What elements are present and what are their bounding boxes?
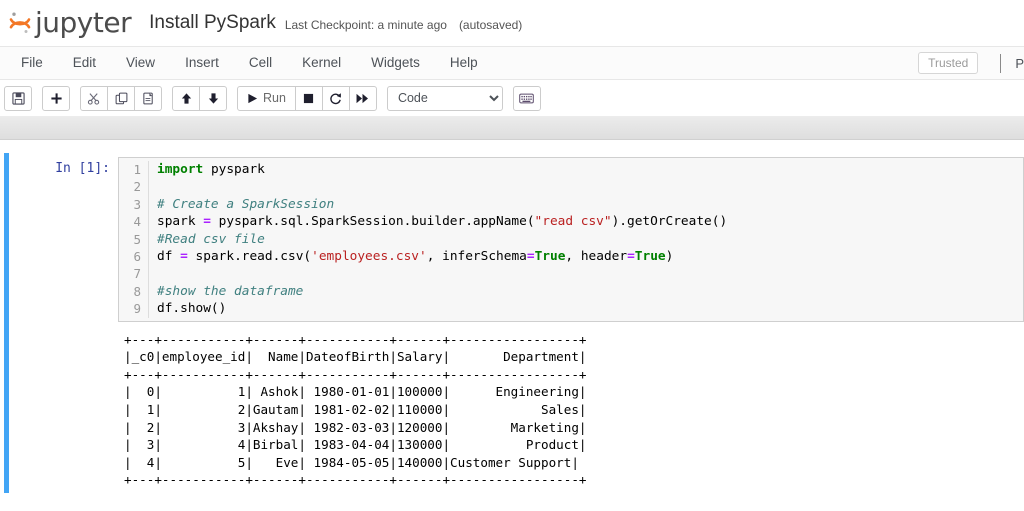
- command-palette-button[interactable]: [512, 85, 541, 111]
- code-token: pyspark: [203, 162, 265, 177]
- code-token: df.show(): [157, 301, 227, 317]
- code-token: True: [534, 249, 566, 265]
- toolbar-separator-band: [0, 116, 1024, 140]
- paste-icon: [142, 92, 155, 105]
- code-token: ).getOrCreate(): [611, 214, 728, 230]
- menu-item-kernel[interactable]: Kernel: [287, 47, 356, 79]
- code-token: True: [634, 249, 666, 265]
- restart-kernel-button[interactable]: [321, 85, 350, 111]
- jupyter-brand-text: jupyter: [35, 6, 132, 39]
- code-token: df: [157, 249, 181, 265]
- code-token: ): [665, 249, 674, 265]
- keyboard-icon: [519, 93, 535, 104]
- menu-item-widgets[interactable]: Widgets: [356, 47, 435, 79]
- toolbar-group-save: [4, 85, 32, 111]
- code-line: # Create a SparkSession: [157, 196, 727, 213]
- toolbar-group-insert: [42, 85, 70, 111]
- code-token: #show the dataframe: [157, 283, 304, 299]
- autosaved-label: (autosaved): [458, 18, 523, 32]
- menu-item-help[interactable]: Help: [435, 47, 493, 79]
- code-token: # Create a SparkSession: [157, 196, 335, 212]
- code-token: , inferSchema: [426, 249, 527, 265]
- menu-bar-right-group: Trusted P: [918, 47, 1024, 79]
- code-content[interactable]: import pyspark # Create a SparkSession sp…: [149, 161, 727, 318]
- insert-cell-below-button[interactable]: [42, 85, 70, 111]
- code-token: =: [526, 249, 535, 265]
- cut-cells-button[interactable]: [80, 85, 108, 111]
- fast-forward-icon: [356, 93, 369, 104]
- last-checkpoint-label: Last Checkpoint: a minute ago: [284, 18, 447, 32]
- interrupt-kernel-button[interactable]: [294, 85, 323, 111]
- code-token: spark: [157, 214, 204, 230]
- arrow-down-icon: [207, 92, 220, 105]
- code-token: "read csv": [534, 214, 612, 230]
- toolbar-group-palette: [512, 85, 541, 111]
- move-cell-down-button[interactable]: [199, 85, 227, 111]
- code-token: 'employees.csv': [311, 249, 427, 265]
- scissors-icon: [87, 92, 101, 105]
- kernel-indicator-label[interactable]: P: [1015, 56, 1024, 71]
- run-cell-button[interactable]: Run: [237, 85, 296, 111]
- toolbar-group-move: [172, 85, 227, 111]
- save-icon: [11, 91, 25, 105]
- code-line: spark = pyspark.sql.SparkSession.builder…: [157, 213, 727, 230]
- plus-icon: [50, 92, 63, 105]
- code-token: =: [627, 249, 635, 265]
- cell-output-row: +---+-----------+------+-----------+----…: [12, 322, 1024, 489]
- notebook-body: In [1]: 1 2 3 4 5 6 7 8 9 import pyspark…: [0, 140, 1024, 493]
- play-icon: [247, 93, 258, 104]
- copy-icon: [115, 92, 128, 105]
- restart-circular-arrow-icon: [329, 92, 342, 105]
- stop-square-icon: [303, 93, 314, 104]
- paste-cells-button[interactable]: [134, 85, 162, 111]
- trusted-badge[interactable]: Trusted: [918, 52, 979, 74]
- move-cell-up-button[interactable]: [172, 85, 200, 111]
- line-number-gutter: 1 2 3 4 5 6 7 8 9: [119, 161, 149, 318]
- code-token: , header: [565, 249, 628, 265]
- code-token: =: [180, 249, 188, 265]
- code-line: df = spark.read.csv('employees.csv', inf…: [157, 248, 727, 265]
- menu-item-view[interactable]: View: [111, 47, 170, 79]
- code-editor[interactable]: 1 2 3 4 5 6 7 8 9 import pyspark # Creat…: [118, 157, 1024, 322]
- notebook-header: jupyter Install PySpark Last Checkpoint:…: [0, 0, 1024, 46]
- jupyter-logo-icon: [7, 10, 33, 36]
- menu-divider: [1000, 53, 1002, 73]
- menu-bar: File Edit View Insert Cell Kernel Widget…: [0, 46, 1024, 80]
- save-button[interactable]: [4, 85, 32, 111]
- code-token: import: [157, 162, 204, 177]
- code-line: #Read csv file: [157, 231, 727, 248]
- cell-type-select[interactable]: Code Markdown Raw NBConvert Heading: [386, 85, 503, 111]
- code-line: #show the dataframe: [157, 283, 727, 300]
- copy-cells-button[interactable]: [107, 85, 135, 111]
- cell-input-row: In [1]: 1 2 3 4 5 6 7 8 9 import pyspark…: [12, 157, 1024, 322]
- arrow-up-icon: [180, 92, 193, 105]
- toolbar-group-run: Run: [237, 85, 377, 111]
- input-prompt: In [1]:: [55, 161, 110, 176]
- code-token: =: [203, 214, 211, 230]
- run-label: Run: [263, 91, 286, 105]
- code-token: spark.read.csv(: [187, 249, 312, 265]
- notebook-toolbar: Run Code: [0, 80, 1024, 116]
- restart-and-run-all-button[interactable]: [348, 85, 377, 111]
- code-token: #Read csv file: [157, 231, 265, 247]
- menu-item-file[interactable]: File: [6, 47, 58, 79]
- menu-item-cell[interactable]: Cell: [234, 47, 287, 79]
- jupyter-logo[interactable]: jupyter: [7, 6, 132, 39]
- menu-item-insert[interactable]: Insert: [170, 47, 234, 79]
- code-line: df.show(): [157, 300, 727, 317]
- code-line: import pyspark: [157, 161, 727, 178]
- output-stdout-text: +---+-----------+------+-----------+----…: [124, 331, 587, 488]
- code-cell[interactable]: In [1]: 1 2 3 4 5 6 7 8 9 import pyspark…: [4, 153, 1024, 493]
- cell-selection-bar: [4, 153, 9, 493]
- menu-item-edit[interactable]: Edit: [58, 47, 111, 79]
- toolbar-group-clipboard: [80, 85, 162, 111]
- code-token: pyspark.sql.SparkSession.builder.appName…: [210, 214, 535, 230]
- notebook-title[interactable]: Install PySpark: [149, 12, 276, 34]
